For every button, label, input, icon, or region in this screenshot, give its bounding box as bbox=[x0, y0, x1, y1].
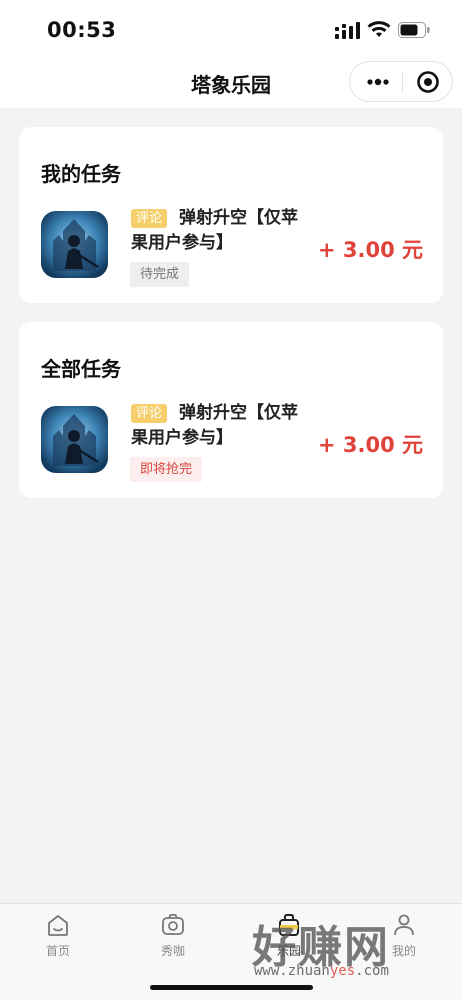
tab-label: 乐园 bbox=[276, 944, 301, 958]
home-icon bbox=[48, 915, 68, 936]
task-title: 弹射升空【仅苹果用户参与】 bbox=[131, 403, 298, 448]
battery-icon bbox=[398, 22, 430, 38]
status-bar: 00:53 bbox=[0, 0, 462, 60]
more-icon[interactable] bbox=[366, 73, 390, 91]
section-title: 我的任务 bbox=[41, 162, 121, 186]
app-icon bbox=[41, 211, 108, 278]
capsule-divider bbox=[402, 72, 403, 92]
home-indicator[interactable] bbox=[150, 985, 313, 990]
tab-park[interactable]: 乐园 bbox=[249, 912, 329, 972]
my-tasks-card: 我的任务 评论 弹射升空【仅苹果用户参与】 待完成 + 3.00 元 bbox=[19, 127, 443, 303]
status-badge: 待完成 bbox=[130, 262, 190, 287]
tab-showcase[interactable]: 秀咖 bbox=[133, 912, 213, 972]
task-title: 弹射升空【仅苹果用户参与】 bbox=[131, 208, 298, 253]
wifi-icon bbox=[367, 21, 391, 37]
profile-icon bbox=[394, 914, 414, 936]
reward-amount: + 3.00 元 bbox=[317, 238, 423, 262]
tab-profile[interactable]: 我的 bbox=[364, 912, 444, 972]
briefcase-icon bbox=[279, 914, 299, 936]
mini-program-capsule bbox=[349, 61, 453, 102]
tab-home[interactable]: 首页 bbox=[18, 912, 98, 972]
all-tasks-card: 全部任务 评论 弹射升空【仅苹果用户参与】 即将抢完 + 3.00 元 bbox=[19, 322, 443, 498]
section-title: 全部任务 bbox=[41, 357, 121, 381]
top-header: 00:53 塔象乐园 bbox=[0, 0, 462, 108]
task-item[interactable]: 评论 弹射升空【仅苹果用户参与】 待完成 + 3.00 元 bbox=[19, 208, 443, 289]
app-icon bbox=[41, 406, 108, 473]
camera-icon bbox=[162, 914, 184, 935]
cellular-signal-icon bbox=[335, 22, 360, 39]
close-mini-program-icon[interactable] bbox=[416, 70, 440, 94]
tab-label: 秀咖 bbox=[160, 944, 185, 958]
task-item[interactable]: 评论 弹射升空【仅苹果用户参与】 即将抢完 + 3.00 元 bbox=[19, 403, 443, 484]
tab-label: 我的 bbox=[391, 944, 416, 958]
tab-label: 首页 bbox=[45, 944, 70, 958]
status-badge: 即将抢完 bbox=[130, 457, 203, 482]
status-time: 00:53 bbox=[47, 18, 117, 42]
reward-amount: + 3.00 元 bbox=[317, 433, 423, 457]
